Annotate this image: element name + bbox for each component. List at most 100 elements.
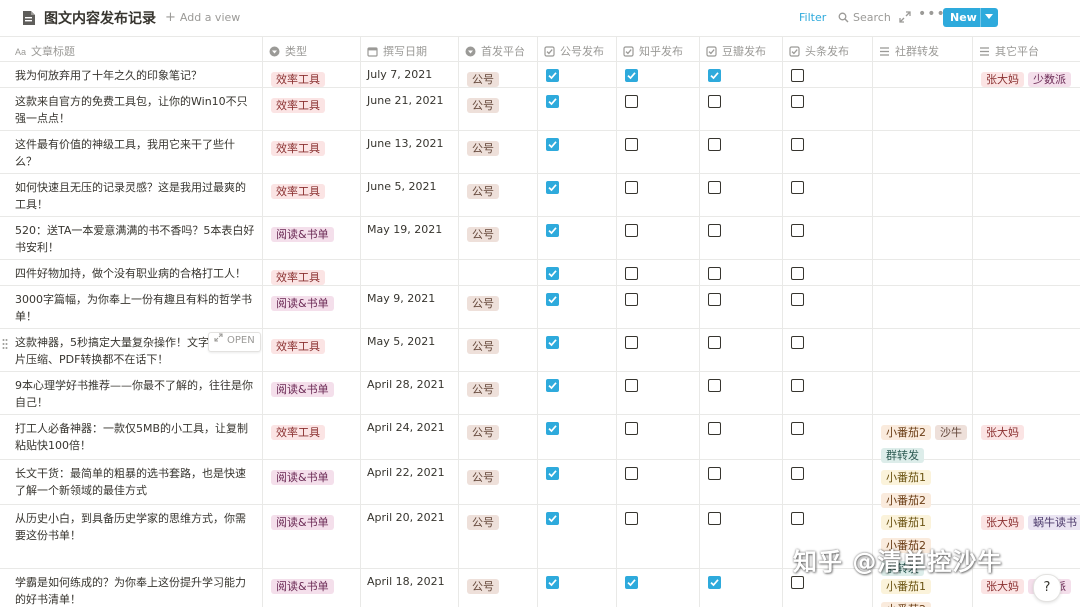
checkbox-checked[interactable] <box>708 576 721 589</box>
cell-c1[interactable] <box>538 460 617 504</box>
filter-button[interactable]: Filter <box>799 11 826 24</box>
checkbox-unchecked[interactable] <box>625 336 638 349</box>
page-title[interactable]: 图文内容发布记录 <box>44 8 156 28</box>
cell-title[interactable]: 这款来自官方的免费工具包，让你的Win10不只强一点点！ <box>0 88 263 130</box>
checkbox-unchecked[interactable] <box>791 293 804 306</box>
cell-c1[interactable] <box>538 415 617 459</box>
cell-date[interactable]: May 19, 2021 <box>361 217 459 259</box>
checkbox-unchecked[interactable] <box>791 422 804 435</box>
cell-platform[interactable]: 公号 <box>459 131 538 173</box>
cell-type[interactable]: 效率工具 <box>263 174 361 216</box>
cell-groups[interactable]: 小番茄2 沙牛群转发 <box>873 415 973 463</box>
cell-c2[interactable] <box>617 88 700 130</box>
checkbox-checked[interactable] <box>546 267 559 280</box>
cell-c2[interactable] <box>617 415 700 459</box>
checkbox-unchecked[interactable] <box>625 422 638 435</box>
cell-c4[interactable] <box>783 460 873 504</box>
cell-c2[interactable] <box>617 329 700 371</box>
cell-platform[interactable]: 公号 <box>459 460 538 504</box>
cell-c2[interactable] <box>617 505 700 568</box>
checkbox-unchecked[interactable] <box>625 512 638 525</box>
column-header-c3[interactable]: 豆瓣发布 <box>700 37 783 62</box>
cell-c2[interactable] <box>617 260 700 285</box>
cell-c4[interactable] <box>783 217 873 259</box>
table-row[interactable]: 打工人必备神器：一款仅5MB的小工具，让复制粘贴快100倍！ 效率工具 April … <box>0 415 1080 463</box>
cell-c4[interactable] <box>783 372 873 414</box>
cell-others[interactable]: 张大妈 <box>973 415 1080 459</box>
cell-title[interactable]: 我为何放弃用了十年之久的印象笔记？ <box>0 62 263 87</box>
more-options-button[interactable]: ••• <box>918 6 946 22</box>
checkbox-checked[interactable] <box>546 69 559 82</box>
cell-groups[interactable] <box>873 329 973 371</box>
cell-platform[interactable]: 公号 <box>459 174 538 216</box>
cell-c2[interactable] <box>617 372 700 414</box>
table-row[interactable]: 这款来自官方的免费工具包，让你的Win10不只强一点点！ 效率工具 June 21,… <box>0 88 1080 131</box>
cell-others[interactable] <box>973 286 1080 328</box>
new-button[interactable]: New <box>943 8 998 27</box>
cell-date[interactable]: June 13, 2021 <box>361 131 459 173</box>
checkbox-checked[interactable] <box>546 181 559 194</box>
cell-date[interactable]: July 7, 2021 <box>361 62 459 87</box>
cell-date[interactable]: June 21, 2021 <box>361 88 459 130</box>
cell-title[interactable]: 从历史小白，到具备历史学家的思维方式，你需要这份书单！ <box>0 505 263 568</box>
cell-title[interactable]: 学霸是如何练成的？为你奉上这份提升学习能力的好书清单！ <box>0 569 263 607</box>
cell-date[interactable]: May 9, 2021 <box>361 286 459 328</box>
column-header-type[interactable]: 类型 <box>263 37 361 62</box>
cell-groups[interactable] <box>873 88 973 130</box>
cell-c2[interactable] <box>617 174 700 216</box>
checkbox-unchecked[interactable] <box>708 467 721 480</box>
cell-c3[interactable] <box>700 62 783 87</box>
cell-c3[interactable] <box>700 260 783 285</box>
cell-date[interactable]: April 24, 2021 <box>361 415 459 459</box>
cell-date[interactable]: June 5, 2021 <box>361 174 459 216</box>
checkbox-unchecked[interactable] <box>791 576 804 589</box>
table-row[interactable]: 长文干货：最简单的粗暴的选书套路，也是快速了解一个新领域的最佳方式 阅读&书单 Ap… <box>0 460 1080 508</box>
cell-others[interactable] <box>973 460 1080 504</box>
cell-others[interactable] <box>973 260 1080 285</box>
checkbox-checked[interactable] <box>625 576 638 589</box>
cell-c4[interactable] <box>783 286 873 328</box>
checkbox-unchecked[interactable] <box>708 138 721 151</box>
checkbox-unchecked[interactable] <box>791 69 804 82</box>
cell-others[interactable] <box>973 329 1080 371</box>
checkbox-unchecked[interactable] <box>791 224 804 237</box>
column-header-c1[interactable]: 公号发布 <box>538 37 617 62</box>
cell-date[interactable]: April 28, 2021 <box>361 372 459 414</box>
search-button[interactable]: Search <box>838 11 891 24</box>
checkbox-unchecked[interactable] <box>625 267 638 280</box>
cell-groups[interactable] <box>873 62 973 87</box>
cell-type[interactable]: 效率工具 <box>263 88 361 130</box>
cell-others[interactable] <box>973 131 1080 173</box>
open-page-button[interactable]: OPEN <box>208 332 261 352</box>
checkbox-unchecked[interactable] <box>625 379 638 392</box>
checkbox-checked[interactable] <box>546 576 559 589</box>
cell-others[interactable] <box>973 372 1080 414</box>
checkbox-checked[interactable] <box>708 69 721 82</box>
checkbox-unchecked[interactable] <box>791 138 804 151</box>
checkbox-checked[interactable] <box>546 422 559 435</box>
cell-c2[interactable] <box>617 131 700 173</box>
checkbox-unchecked[interactable] <box>625 293 638 306</box>
checkbox-checked[interactable] <box>546 224 559 237</box>
table-row[interactable]: 这款神器，5秒搞定大量复杂操作！文字识别、图片压缩、PDF转换都不在话下！ 效率工… <box>0 329 1080 372</box>
expand-icon[interactable] <box>898 10 912 24</box>
column-header-platform[interactable]: 首发平台 <box>459 37 538 62</box>
cell-c3[interactable] <box>700 372 783 414</box>
table-row[interactable]: 9本心理学好书推荐——你最不了解的，往往是你自己！ 阅读&书单 April 28, … <box>0 372 1080 415</box>
checkbox-checked[interactable] <box>546 95 559 108</box>
cell-platform[interactable]: 公号 <box>459 88 538 130</box>
checkbox-unchecked[interactable] <box>708 512 721 525</box>
cell-groups[interactable] <box>873 260 973 285</box>
checkbox-unchecked[interactable] <box>625 181 638 194</box>
table-row[interactable]: 我为何放弃用了十年之久的印象笔记？ 效率工具 July 7, 2021 公号 张大妈 少数… <box>0 62 1080 88</box>
cell-type[interactable]: 阅读&书单 <box>263 286 361 328</box>
checkbox-unchecked[interactable] <box>708 379 721 392</box>
cell-others[interactable] <box>973 174 1080 216</box>
cell-c4[interactable] <box>783 174 873 216</box>
cell-platform[interactable]: 公号 <box>459 217 538 259</box>
cell-c1[interactable] <box>538 131 617 173</box>
cell-title[interactable]: 520：送TA一本爱意满满的书不香吗？5本表白好书安利！ <box>0 217 263 259</box>
column-header-groups[interactable]: 社群转发 <box>873 37 973 62</box>
cell-c2[interactable] <box>617 569 700 607</box>
checkbox-unchecked[interactable] <box>791 181 804 194</box>
